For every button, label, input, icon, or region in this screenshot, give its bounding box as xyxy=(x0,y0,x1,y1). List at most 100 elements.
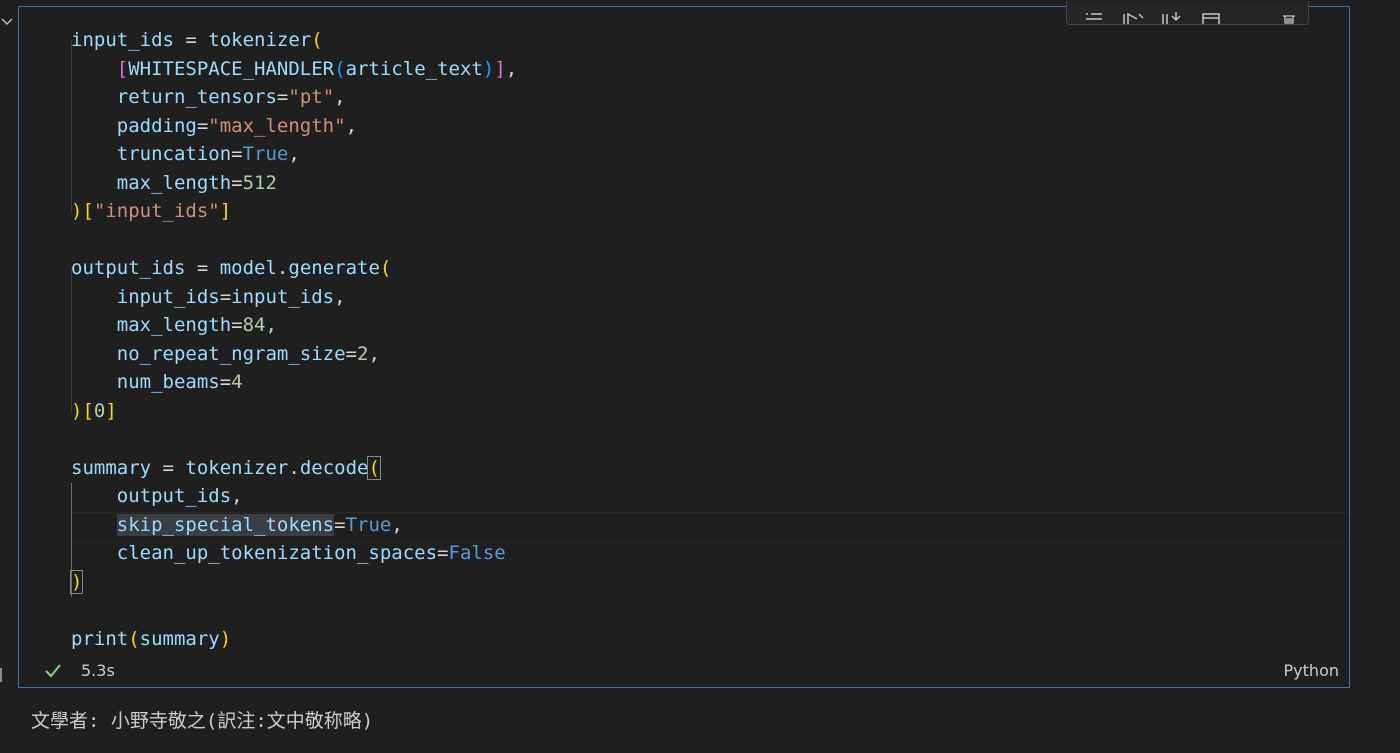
code-token: True xyxy=(242,143,289,165)
ellipsis-icon xyxy=(1242,21,1245,23)
code-line: print(summary) xyxy=(71,625,517,654)
code-token: ( xyxy=(128,627,140,650)
code-token: True xyxy=(345,513,392,536)
code-token: decode xyxy=(299,456,369,479)
code-token: , xyxy=(231,485,243,507)
code-token: ( xyxy=(367,455,381,480)
code-line: input_ids = tokenizer( xyxy=(71,26,517,55)
code-line: max_length=512 xyxy=(71,169,517,198)
cell-status-bar: 5.3s Python xyxy=(19,655,1349,687)
code-token: return_tensors xyxy=(116,86,277,108)
cell-language-picker[interactable]: Python xyxy=(1284,661,1339,680)
code-token: num_beams xyxy=(116,371,220,393)
code-token: = xyxy=(231,171,243,194)
code-token: no_repeat_ngram_size xyxy=(116,342,346,365)
code-token: input_ids xyxy=(231,285,335,308)
code-token: ( xyxy=(334,57,346,80)
trash-icon xyxy=(1282,15,1295,24)
code-line: )[0] xyxy=(71,397,517,426)
execute-below-icon xyxy=(1162,12,1181,24)
code-token: [ xyxy=(82,200,94,222)
code-token: "max_length" xyxy=(208,114,346,137)
code-token: = xyxy=(219,285,232,308)
execute-below-button[interactable] xyxy=(1153,8,1192,24)
code-token: output_ids xyxy=(71,257,186,279)
run-by-line-button[interactable] xyxy=(1075,8,1114,24)
code-line: return_tensors="pt", xyxy=(71,83,517,112)
code-line: num_beams=4 xyxy=(71,368,517,397)
code-token: = xyxy=(185,257,220,279)
code-token: "pt" xyxy=(288,86,335,108)
code-line: ) xyxy=(69,568,517,597)
code-token: , xyxy=(345,114,358,137)
code-token: = xyxy=(345,342,357,365)
delete-cell-button[interactable] xyxy=(1269,8,1308,24)
code-token: , xyxy=(391,513,403,536)
split-cell-icon xyxy=(1202,13,1220,24)
code-token: , xyxy=(334,285,346,308)
code-line: )["input_ids"] xyxy=(71,197,517,226)
code-token: , xyxy=(288,143,300,165)
code-token: , xyxy=(368,342,380,365)
code-token: = xyxy=(196,114,209,137)
code-token: = xyxy=(173,29,209,51)
code-token: 512 xyxy=(242,171,277,194)
code-token: = xyxy=(219,371,232,393)
code-line: truncation=True, xyxy=(71,140,517,169)
code-token: . xyxy=(276,257,289,279)
code-token: padding xyxy=(116,114,197,137)
code-token: tokenizer xyxy=(208,29,312,51)
execute-above-button[interactable] xyxy=(1114,8,1153,24)
code-line: output_ids, xyxy=(71,482,517,511)
code-token: = xyxy=(231,314,243,336)
code-token: 84 xyxy=(242,314,266,336)
code-token: = xyxy=(334,513,346,536)
code-token: [ xyxy=(82,399,94,422)
code-token: skip_special_tokens xyxy=(116,513,335,536)
split-cell-button[interactable] xyxy=(1191,8,1230,24)
code-token: ] xyxy=(494,57,506,80)
more-actions-button[interactable] xyxy=(1230,8,1269,24)
code-line: summary = tokenizer.decode( xyxy=(71,454,517,483)
code-token: article_text xyxy=(345,57,483,80)
run-by-line-icon xyxy=(1086,13,1103,20)
code-line: no_repeat_ngram_size=2, xyxy=(71,340,517,369)
code-token: max_length xyxy=(116,171,232,194)
code-token: generate xyxy=(288,257,380,279)
code-token: ] xyxy=(105,399,117,422)
code-token: clean_up_tokenization_spaces xyxy=(116,542,438,564)
code-token: input_ids xyxy=(71,29,174,51)
notebook-code-cell[interactable]: input_ids = tokenizer( [WHITESPACE_HANDL… xyxy=(18,1,1350,688)
code-token: , xyxy=(265,314,277,336)
code-token: = xyxy=(231,143,243,165)
sash-marker xyxy=(0,668,2,682)
code-line: output_ids = model.generate( xyxy=(71,254,517,283)
code-editor[interactable]: input_ids = tokenizer( [WHITESPACE_HANDL… xyxy=(69,26,517,654)
code-token: ) xyxy=(71,399,83,422)
code-token: False xyxy=(448,542,506,564)
code-token: 0 xyxy=(93,399,106,422)
code-line: input_ids=input_ids, xyxy=(71,283,517,312)
code-token: summary xyxy=(139,627,220,650)
code-token: [ xyxy=(116,57,129,80)
code-token: WHITESPACE_HANDLER xyxy=(128,57,335,80)
code-token: input_ids xyxy=(116,285,220,308)
collapse-chevron-icon[interactable] xyxy=(0,14,14,28)
code-token: ) xyxy=(69,569,84,594)
code-token: 2 xyxy=(357,342,369,365)
code-token: 4 xyxy=(231,371,243,393)
code-token: output_ids xyxy=(116,485,232,507)
code-token: "input_ids" xyxy=(93,200,220,222)
